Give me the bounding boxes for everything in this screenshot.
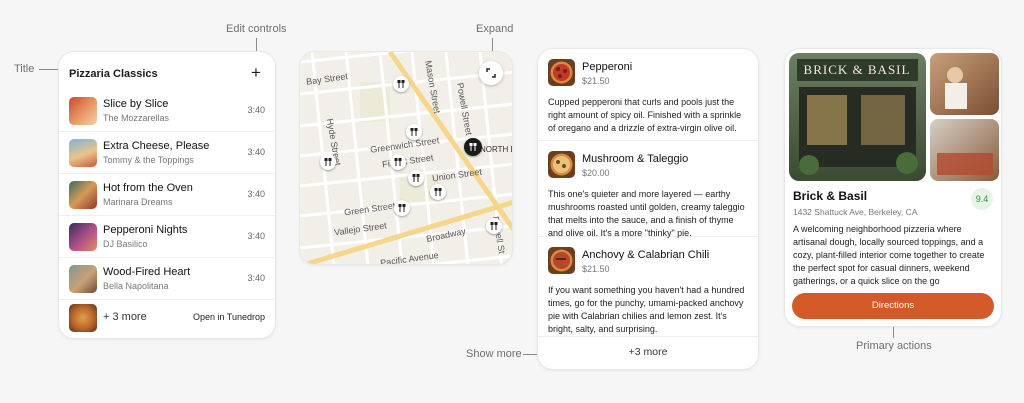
annotation-edit-controls: Edit controls [226,23,287,35]
map-card[interactable]: Bay Street Mason Street Powell Street Hy… [299,51,513,265]
venue-description: A welcoming neighborhood pizzeria where … [793,224,985,286]
directions-button[interactable]: Directions [792,293,994,319]
dish-name: Mushroom & Taleggio [582,153,689,165]
track-title: Extra Cheese, Please [103,140,210,152]
track-artist: The Mozzarellas [103,113,170,123]
open-in-tunedrop-link[interactable]: Open in Tunedrop [193,312,265,322]
playlist-title: Pizzaria Classics [69,68,158,80]
show-more-label: +3 more [628,346,668,358]
pizza-thumbnail [548,59,575,86]
dish-description: Cupped pepperoni that curls and pools ju… [548,97,742,133]
pizza-thumbnail [69,304,97,332]
track-title: Slice by Slice [103,98,169,110]
track-title: Wood-Fired Heart [103,266,191,278]
restaurant-icon[interactable] [430,184,446,200]
track-artist: Bella Napolitana [103,281,169,291]
rating-badge: 9.4 [971,188,993,210]
restaurant-icon[interactable] [393,76,409,92]
album-art-thumbnail [69,97,97,125]
dish-name: Anchovy & Calabrian Chili [582,249,710,261]
track-duration: 3:40 [247,147,265,157]
annotation-primary-actions: Primary actions [856,340,932,352]
venue-name: Brick & Basil [793,189,868,203]
track-duration: 3:40 [247,273,265,283]
annotation-show-more: Show more [466,348,522,360]
playlist-header: Pizzaria Classics + [69,64,265,84]
menu-item[interactable]: Anchovy & Calabrian Chili $21.50 If you … [538,237,758,337]
dish-price: $21.50 [582,264,610,274]
dish-price: $21.50 [582,76,610,86]
more-tracks-label[interactable]: + 3 more [103,311,147,323]
track-duration: 3:40 [247,189,265,199]
show-more-button[interactable]: +3 more [538,335,758,369]
menu-card: Pepperoni $21.50 Cupped pepperoni that c… [537,48,759,370]
map-label-north-beach: NORTH BE [480,145,512,154]
storefront-sign-text: BRICK & BASIL [804,62,911,77]
expand-icon[interactable] [479,61,503,85]
pizza-thumbnail [548,151,575,178]
track-row[interactable]: Pepperoni Nights DJ Basilico 3:40 [59,216,275,258]
track-title: Hot from the Oven [103,182,193,194]
annotation-title: Title [14,63,35,75]
track-artist: Tommy & the Toppings [103,155,194,165]
restaurant-icon[interactable] [394,200,410,216]
restaurant-icon[interactable] [486,218,502,234]
track-row[interactable]: Wood-Fired Heart Bella Napolitana 3:40 [59,258,275,300]
playlist-card: Pizzaria Classics + Slice by Slice The M… [58,51,276,339]
selected-restaurant-icon[interactable] [464,138,482,156]
album-art-thumbnail [69,265,97,293]
menu-item[interactable]: Pepperoni $21.50 Cupped pepperoni that c… [538,49,758,141]
storefront-photo: BRICK & BASIL [789,53,999,181]
venue-address: 1432 Shattuck Ave, Berkeley, CA [793,207,918,217]
album-art-thumbnail [69,181,97,209]
track-duration: 3:40 [247,105,265,115]
track-artist: DJ Basilico [103,239,148,249]
plus-icon[interactable]: + [247,64,265,84]
restaurant-icon[interactable] [390,154,406,170]
album-art-thumbnail [69,139,97,167]
pizza-thumbnail [548,247,575,274]
restaurant-icon[interactable] [408,170,424,186]
dish-name: Pepperoni [582,61,633,73]
venue-photos: BRICK & BASIL [789,53,999,181]
track-row[interactable]: Hot from the Oven Marinara Dreams 3:40 [59,174,275,216]
dish-description: If you want something you haven't had a … [548,285,745,334]
venue-card: BRICK & BASIL Brick & Basil 1432 Shattuc… [784,48,1002,327]
dish-price: $20.00 [582,168,610,178]
album-art-thumbnail [69,223,97,251]
menu-item[interactable]: Mushroom & Taleggio $20.00 This one's qu… [538,141,758,238]
track-duration: 3:40 [247,231,265,241]
dish-description: This one's quieter and more layered — ea… [548,189,745,238]
annotation-expand: Expand [476,23,514,35]
more-tracks-row: + 3 more Open in Tunedrop [59,298,275,338]
track-row[interactable]: Slice by Slice The Mozzarellas 3:40 [59,90,275,132]
track-artist: Marinara Dreams [103,197,173,207]
track-row[interactable]: Extra Cheese, Please Tommy & the Topping… [59,132,275,174]
track-title: Pepperoni Nights [103,224,188,236]
restaurant-icon[interactable] [406,124,422,140]
restaurant-icon[interactable] [320,154,336,170]
